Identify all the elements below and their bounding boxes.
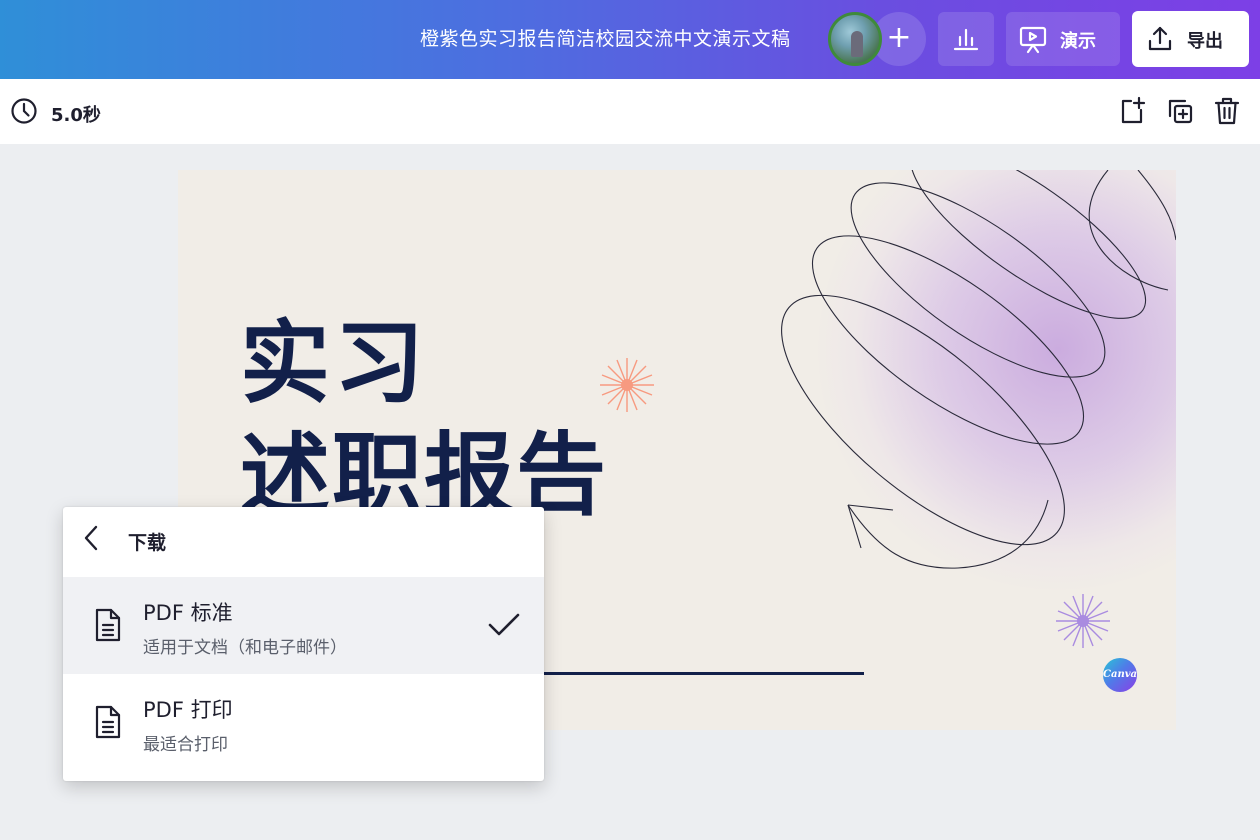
checkmark-icon bbox=[487, 611, 521, 639]
clock-icon[interactable] bbox=[10, 97, 38, 125]
option-name: PDF 标准 bbox=[143, 601, 233, 625]
back-arrow-icon[interactable] bbox=[81, 524, 103, 552]
export-icon bbox=[1146, 25, 1174, 53]
trash-icon[interactable] bbox=[1214, 96, 1240, 126]
analytics-icon bbox=[952, 25, 980, 53]
top-bar: 橙紫色实习报告简洁校园交流中文演示文稿 + 演示 导出 bbox=[0, 0, 1260, 79]
option-description: 适用于文档（和电子邮件） bbox=[143, 638, 347, 658]
user-avatar[interactable] bbox=[828, 12, 882, 66]
document-icon bbox=[93, 704, 123, 740]
slide-divider-line[interactable] bbox=[538, 672, 864, 675]
document-icon bbox=[93, 607, 123, 643]
document-title[interactable]: 橙紫色实习报告简洁校园交流中文演示文稿 bbox=[420, 24, 791, 51]
page-toolbar: 5.0秒 bbox=[0, 79, 1260, 144]
export-button[interactable]: 导出 bbox=[1132, 11, 1249, 67]
download-panel: 下载 PDF 标准 适用于文档（和电子邮件） PDF 打印 最适合打印 bbox=[63, 507, 544, 781]
download-option-pdf-standard[interactable]: PDF 标准 适用于文档（和电子邮件） bbox=[63, 577, 544, 674]
avatar-figure bbox=[851, 31, 863, 57]
add-page-icon[interactable] bbox=[1119, 96, 1147, 126]
slide-title-line1[interactable]: 实习 bbox=[240, 290, 428, 420]
option-description: 最适合打印 bbox=[143, 735, 228, 755]
present-label: 演示 bbox=[1060, 31, 1096, 52]
present-icon bbox=[1018, 25, 1048, 55]
download-option-pdf-print[interactable]: PDF 打印 最适合打印 bbox=[63, 674, 544, 771]
export-label: 导出 bbox=[1187, 31, 1223, 52]
present-button[interactable]: 演示 bbox=[1006, 12, 1120, 66]
download-panel-title: 下载 bbox=[128, 532, 167, 554]
analytics-button[interactable] bbox=[938, 12, 994, 66]
page-duration[interactable]: 5.0秒 bbox=[51, 101, 101, 127]
duplicate-page-icon[interactable] bbox=[1166, 97, 1194, 125]
option-name: PDF 打印 bbox=[143, 698, 233, 722]
canva-logo-badge: Canva bbox=[1103, 658, 1137, 692]
